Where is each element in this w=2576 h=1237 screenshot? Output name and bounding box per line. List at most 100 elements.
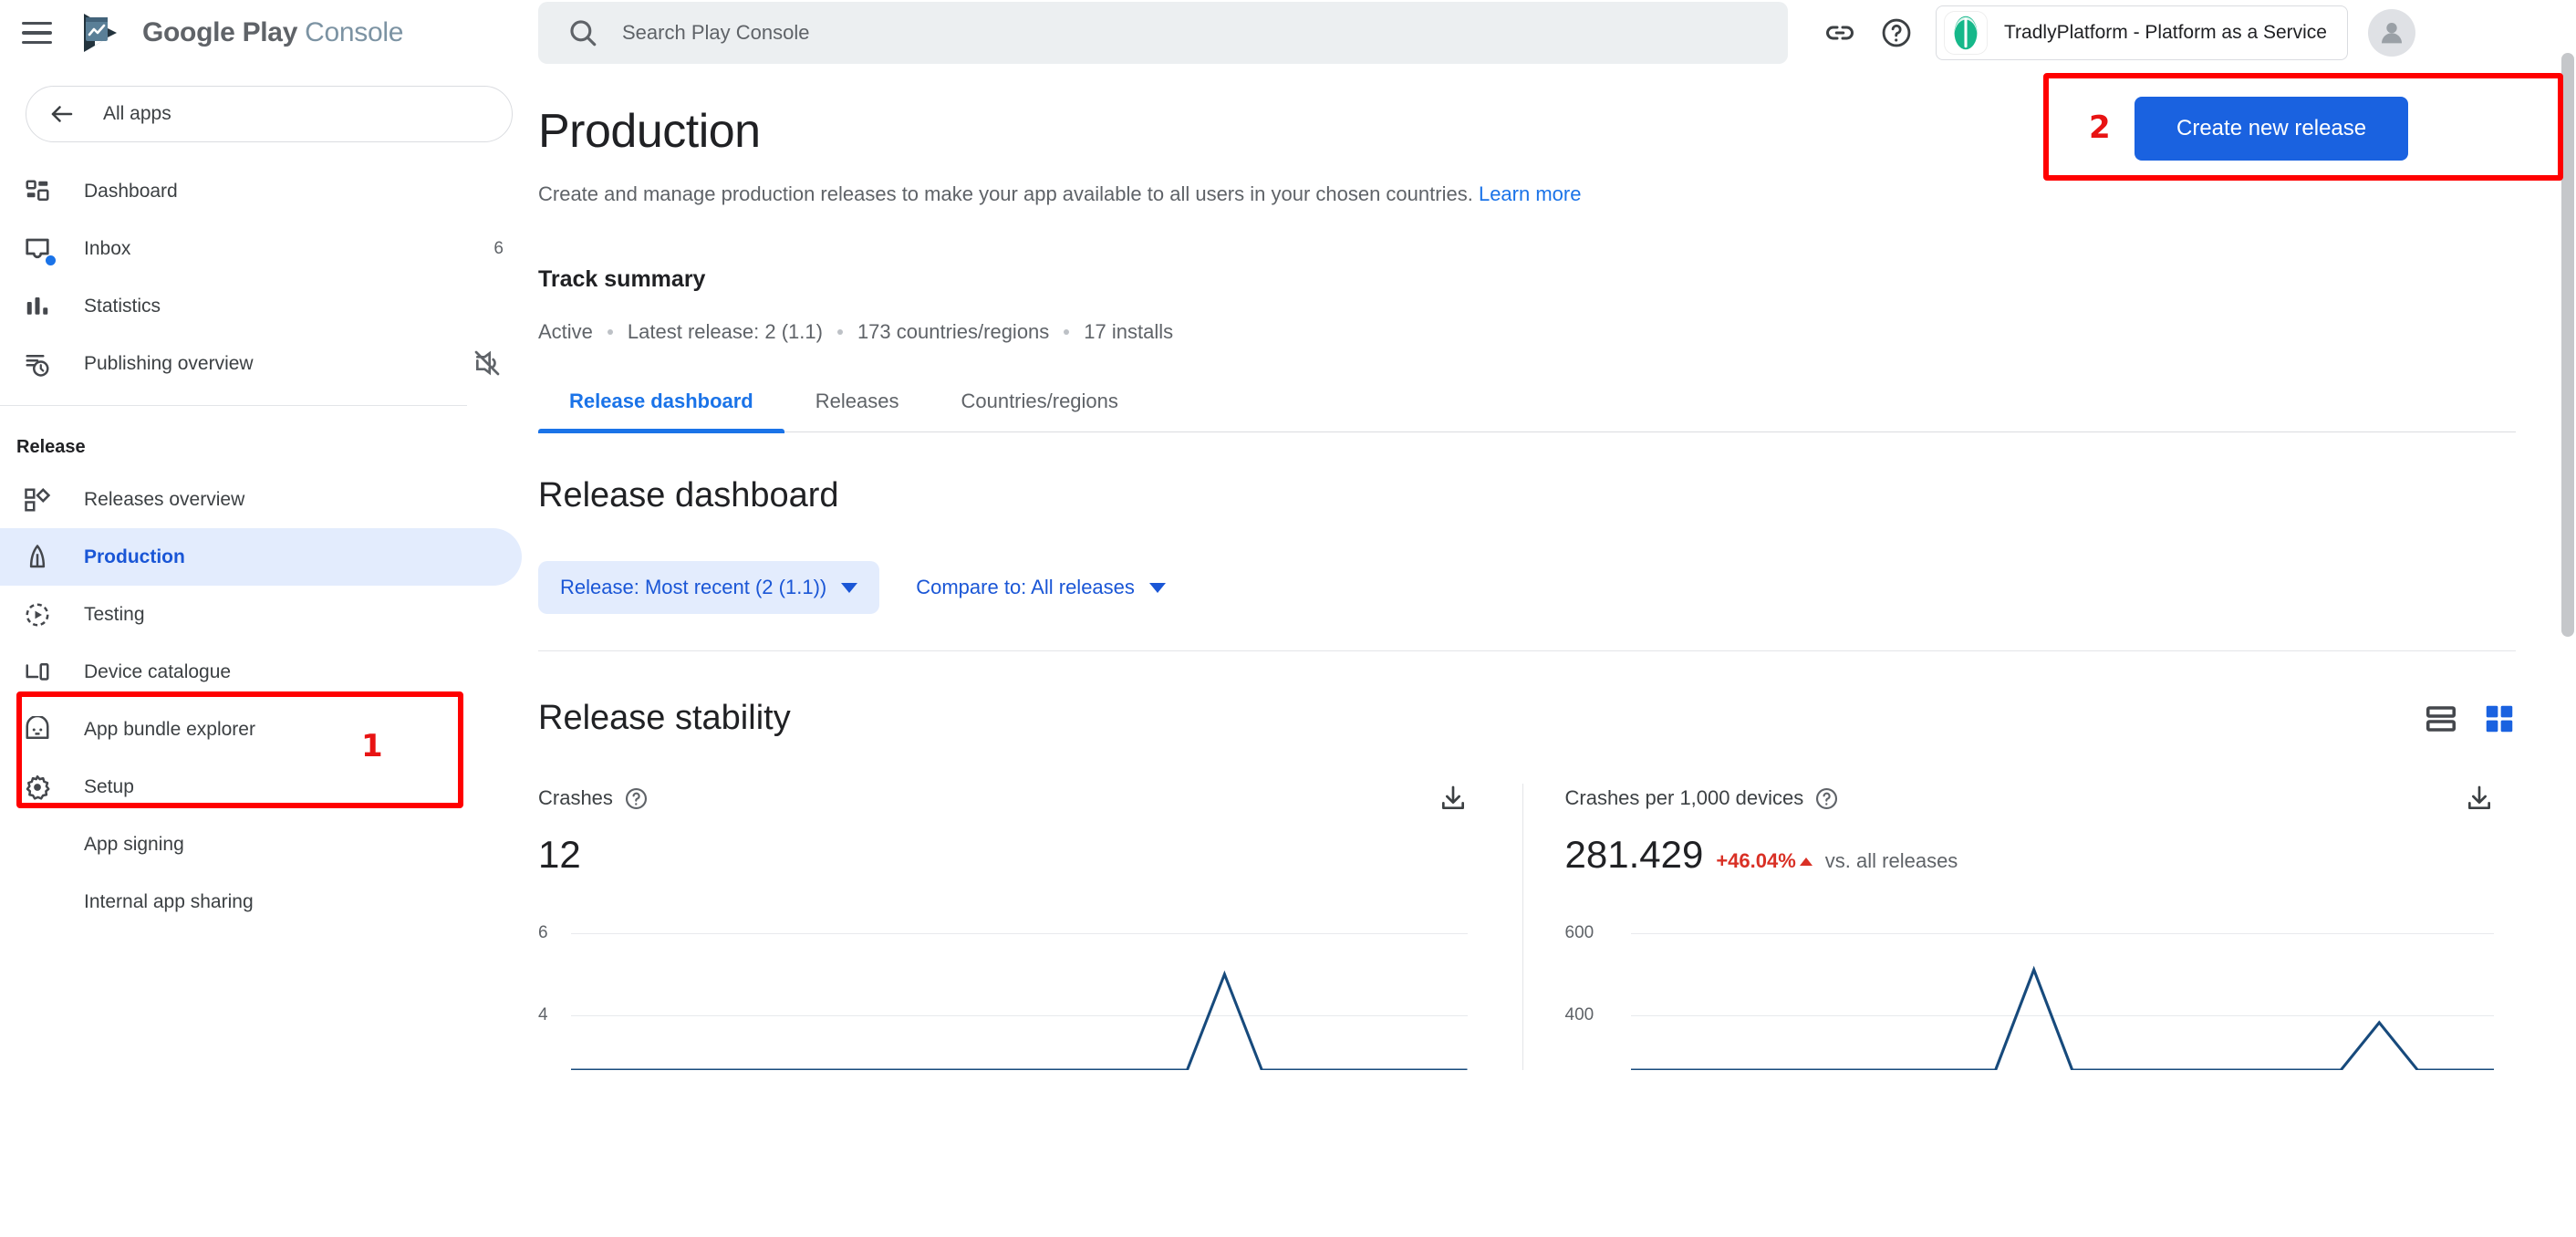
sidebar-item-label: Statistics (84, 296, 161, 317)
sidebar-item-inbox[interactable]: Inbox 6 (0, 220, 522, 277)
gear-icon (20, 770, 55, 805)
chart-ytick: 400 (1565, 1005, 1594, 1025)
play-console-window: Google Play Console All apps (0, 0, 2576, 1237)
publishing-overview-icon (20, 347, 55, 381)
page-description-text: Create and manage production releases to… (538, 182, 1473, 205)
vertical-scrollbar[interactable] (2561, 53, 2574, 637)
sidebar-item-production[interactable]: Production (0, 528, 522, 586)
dashboard-filters: Release: Most recent (2 (1.1)) Compare t… (538, 561, 2576, 614)
all-apps-label: All apps (103, 103, 171, 125)
search-icon (567, 17, 598, 48)
top-bar: Search Play Console (538, 0, 2576, 66)
brand-row: Google Play Console (0, 0, 538, 66)
sidebar-item-device-catalogue[interactable]: Device catalogue (0, 643, 522, 701)
track-summary-meta: Active Latest release: 2 (1.1) 173 count… (538, 320, 2576, 344)
annotation-badge-2: 2 (2089, 109, 2111, 146)
sidebar-item-internal-app-sharing[interactable]: Internal app sharing (0, 873, 522, 930)
brand-title: Google Play Console (142, 17, 403, 48)
compare-to-label: Compare to: All releases (916, 576, 1135, 599)
grid-view-icon[interactable] (2483, 702, 2516, 735)
main-nav: Dashboard Inbox 6 (0, 162, 538, 930)
sidebar-item-label: Production (84, 546, 185, 568)
sidebar-item-publishing-overview[interactable]: Publishing overview (0, 335, 522, 392)
crashes-per-1000-delta: +46.04% (1716, 849, 1812, 873)
sidebar-item-statistics[interactable]: Statistics (0, 277, 522, 335)
download-icon[interactable] (1439, 784, 1468, 813)
tab-countries-regions[interactable]: Countries/regions (930, 390, 1148, 431)
delta-note: vs. all releases (1825, 849, 1958, 873)
help-circle-icon[interactable] (624, 786, 649, 811)
user-avatar-icon[interactable] (2368, 9, 2415, 57)
search-placeholder: Search Play Console (622, 21, 809, 45)
track-status: Active (538, 320, 593, 344)
sidebar-item-testing[interactable]: Testing (0, 586, 522, 643)
help-circle-icon[interactable] (1868, 5, 1925, 61)
release-stability-heading: Release stability (538, 699, 791, 738)
release-filter-label: Release: Most recent (2 (1.1)) (560, 576, 826, 599)
crashes-per-1000-value: 281.429 (1565, 833, 1704, 877)
page-content: Production Create and manage production … (538, 66, 2576, 1070)
sidebar: Google Play Console All apps (0, 0, 538, 1237)
release-filter-dropdown[interactable]: Release: Most recent (2 (1.1)) (538, 561, 879, 614)
crashes-per-1000-card-header: Crashes per 1,000 devices (1565, 784, 2495, 813)
statistics-bar-chart-icon (20, 289, 55, 324)
account-selector[interactable]: TradlyPlatform - Platform as a Service (1936, 5, 2348, 60)
sidebar-item-label: Publishing overview (84, 353, 254, 375)
hamburger-menu-icon[interactable] (16, 13, 57, 53)
section-divider (538, 650, 2516, 651)
chart-ytick: 4 (538, 1005, 548, 1025)
view-toggle-group (2425, 702, 2516, 735)
download-icon[interactable] (2465, 784, 2494, 813)
crashes-value: 12 (538, 833, 581, 877)
dashboard-icon (20, 174, 55, 209)
inbox-icon (20, 232, 55, 266)
sidebar-item-label: App signing (84, 834, 184, 856)
chart-ytick: 6 (538, 923, 548, 943)
crashes-chart: 6 4 (538, 915, 1468, 1070)
sidebar-item-setup[interactable]: Setup (0, 758, 522, 816)
tab-release-dashboard[interactable]: Release dashboard (538, 390, 784, 431)
sidebar-item-app-signing[interactable]: App signing (0, 816, 522, 873)
testing-icon (20, 598, 55, 632)
trend-up-icon (1800, 858, 1813, 866)
top-actions: TradlyPlatform - Platform as a Service (1812, 5, 2415, 61)
main-area: Search Play Console (538, 0, 2576, 1237)
sidebar-item-label: Device catalogue (84, 661, 231, 683)
help-circle-icon[interactable] (1814, 786, 1839, 811)
chart-ytick: 600 (1565, 923, 1594, 943)
sidebar-item-label: Dashboard (84, 181, 178, 203)
publishing-paused-icon (473, 348, 504, 379)
meta-separator (837, 329, 843, 335)
crashes-line-series (571, 915, 1468, 1070)
sidebar-item-app-bundle-explorer[interactable]: App bundle explorer (0, 701, 522, 758)
crashes-per-1000-value-row: 281.429 +46.04% vs. all releases (1565, 833, 2495, 877)
all-apps-button[interactable]: All apps (26, 86, 513, 142)
learn-more-link[interactable]: Learn more (1479, 182, 1582, 205)
sidebar-item-releases-overview[interactable]: Releases overview (0, 471, 522, 528)
search-input[interactable]: Search Play Console (538, 2, 1788, 64)
track-installs: 17 installs (1084, 320, 1173, 344)
delta-value: +46.04% (1716, 849, 1795, 873)
track-countries: 173 countries/regions (857, 320, 1049, 344)
sidebar-item-label: Internal app sharing (84, 891, 254, 913)
sidebar-item-dashboard[interactable]: Dashboard (0, 162, 522, 220)
device-catalogue-icon (20, 655, 55, 690)
crashes-value-row: 12 (538, 833, 1468, 877)
crashes-per-1000-devices-card: Crashes per 1,000 devices (1522, 784, 2517, 1070)
crashes-per-1000-chart: 600 400 (1565, 915, 2495, 1070)
brand-google-play: Google Play (142, 17, 297, 47)
sidebar-item-label: App bundle explorer (84, 719, 255, 741)
tab-releases[interactable]: Releases (784, 390, 930, 431)
chevron-down-icon (1149, 583, 1166, 593)
nav-section-release: Release (0, 406, 538, 471)
release-stability-header: Release stability (538, 699, 2516, 738)
track-tabs: Release dashboard Releases Countries/reg… (538, 390, 2516, 432)
release-dashboard-heading: Release dashboard (538, 476, 2576, 515)
list-view-icon[interactable] (2425, 702, 2457, 735)
link-icon[interactable] (1812, 5, 1868, 61)
compare-to-dropdown[interactable]: Compare to: All releases (894, 561, 1188, 614)
track-latest-release: Latest release: 2 (1.1) (628, 320, 823, 344)
android-bundle-icon (20, 712, 55, 747)
create-new-release-button[interactable]: Create new release (2135, 97, 2408, 161)
arrow-back-icon (48, 100, 76, 128)
